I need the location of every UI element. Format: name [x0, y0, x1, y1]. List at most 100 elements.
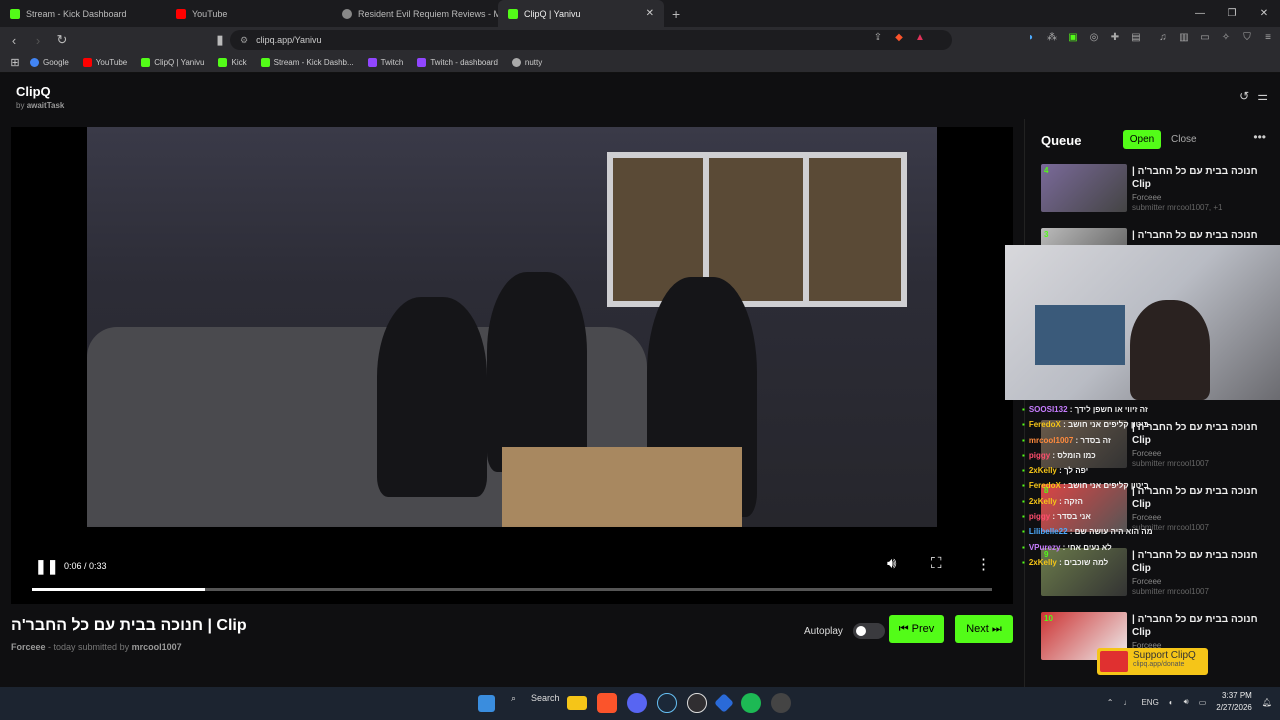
- bookmark-twitch[interactable]: Twitch: [367, 58, 403, 67]
- forward-button[interactable]: ›: [28, 33, 48, 48]
- webcam-cabinet-scene: [1035, 305, 1125, 365]
- chat-line: ▪ FeredoX : ביטון קליפים אני חושב: [1022, 420, 1149, 430]
- sidebar-icon[interactable]: ▥: [1178, 32, 1190, 44]
- tab-label: Stream - Kick Dashboard: [26, 8, 127, 19]
- menu-icon[interactable]: ≡: [1262, 32, 1274, 44]
- chat-message: יפה לך: [1063, 466, 1089, 476]
- bookmark-google[interactable]: Google: [30, 58, 69, 67]
- chat-message: כמו הומלס: [1057, 450, 1096, 460]
- history-icon[interactable]: ↺: [1239, 89, 1249, 103]
- new-tab-button[interactable]: +: [664, 0, 688, 27]
- tray-chevron-icon[interactable]: ⌃: [1107, 698, 1114, 707]
- support-label: Support ClipQ: [1133, 650, 1196, 661]
- nutty-icon: [511, 58, 521, 67]
- taskbar-apps: ⌕ Search: [478, 693, 791, 713]
- chat-line: ▪ 2xKelly : למה שוכבים: [1022, 557, 1109, 567]
- extension-icon[interactable]: ◗: [1025, 32, 1037, 44]
- microphone-icon[interactable]: ♩: [1123, 698, 1131, 707]
- extension-icon[interactable]: ▣: [1067, 32, 1079, 44]
- volume-icon[interactable]: 🔊︎: [1184, 697, 1189, 707]
- translate-icon[interactable]: ⁂: [1046, 32, 1058, 44]
- prev-button[interactable]: ⏮ Prev: [889, 615, 944, 643]
- fullscreen-icon[interactable]: ⛶: [931, 555, 942, 572]
- progress-bar[interactable]: [32, 588, 992, 591]
- clip-submitter[interactable]: mrcool1007: [132, 642, 182, 652]
- chat-user: Lilibelle22: [1028, 527, 1068, 537]
- browser-tab-metacritic[interactable]: Resident Evil Requiem Reviews - Met: [332, 0, 498, 27]
- minimize-button[interactable]: —: [1184, 0, 1216, 27]
- app-icon[interactable]: [714, 693, 734, 713]
- bookmark-twitch-dashboard[interactable]: Twitch - dashboard: [417, 58, 498, 67]
- chat-user: 2xKelly: [1028, 466, 1057, 476]
- chat-user: VPurezy: [1028, 542, 1061, 552]
- video-player[interactable]: ❚❚ 0:06 / 0:33 🔊︎ ⛶ ⋮: [11, 127, 1013, 604]
- discord-icon[interactable]: [627, 693, 647, 713]
- volume-icon[interactable]: 🔊︎: [887, 555, 896, 572]
- settings-sliders-icon[interactable]: ⚌: [1257, 89, 1268, 103]
- brave-shield-icon[interactable]: ◆: [893, 32, 905, 44]
- obs-icon[interactable]: [687, 693, 707, 713]
- clip-author[interactable]: Forceee: [11, 642, 46, 652]
- autoplay-toggle[interactable]: [852, 623, 885, 639]
- bookmark-kick[interactable]: Kick: [218, 58, 247, 67]
- chat-user: 2xKelly: [1028, 557, 1057, 567]
- taskbar-search[interactable]: ⌕ Search: [505, 693, 560, 713]
- queue-title: Queue: [1041, 133, 1082, 148]
- browser-tab-kick[interactable]: Stream - Kick Dashboard: [0, 0, 166, 27]
- network-icon[interactable]: ◐: [1169, 698, 1174, 707]
- site-info-icon[interactable]: ⚙: [240, 35, 248, 46]
- wallet-icon[interactable]: ▭: [1199, 32, 1211, 44]
- queue-more-icon[interactable]: •••: [1253, 130, 1266, 144]
- reload-button[interactable]: ↻: [52, 32, 72, 48]
- bookmark-icon[interactable]: ▮: [210, 32, 230, 48]
- app-icon[interactable]: [771, 693, 791, 713]
- brave-rewards-icon[interactable]: ▲: [914, 32, 926, 44]
- support-clipq-badge[interactable]: Support ClipQ clipq.app/donate: [1097, 648, 1208, 675]
- autoplay-control: Autoplay: [804, 623, 885, 639]
- puzzle-icon[interactable]: ✚: [1109, 32, 1121, 44]
- apps-grid-icon[interactable]: ⊞: [0, 56, 30, 69]
- notification-icon[interactable]: 🔔︎: [1262, 698, 1272, 707]
- extension-icon[interactable]: ◎: [1088, 32, 1100, 44]
- close-window-button[interactable]: ✕: [1248, 0, 1280, 27]
- queue-item-author: Forceee: [1132, 193, 1162, 202]
- webcam-person: [1130, 300, 1210, 400]
- music-icon[interactable]: ♫: [1157, 32, 1169, 44]
- browser-tab-clipq[interactable]: ClipQ | Yanivu ✕: [498, 0, 664, 27]
- share-icon[interactable]: ⇪: [872, 32, 884, 44]
- extensions-bar: ⇪ ◆ ▲ ◗ ⁂ ▣ ◎ ✚ ▤ ♫ ▥ ▭ ✧ ⛉ ≡: [872, 32, 1274, 44]
- browser-tab-youtube[interactable]: YouTube: [166, 0, 332, 27]
- steam-icon[interactable]: [657, 693, 677, 713]
- spotify-icon[interactable]: [741, 693, 761, 713]
- queue-close-button[interactable]: Close: [1171, 130, 1197, 149]
- chat-user: FeredoX: [1028, 481, 1061, 491]
- leo-icon[interactable]: ✧: [1220, 32, 1232, 44]
- url-field[interactable]: ⚙ clipq.app/Yanivu: [230, 30, 952, 50]
- brave-icon[interactable]: [597, 693, 617, 713]
- battery-icon[interactable]: ▭: [1199, 698, 1207, 707]
- kick-badge-icon: ▪: [1022, 450, 1025, 460]
- close-tab-icon[interactable]: ✕: [646, 8, 654, 19]
- next-button[interactable]: Next ⏭: [955, 615, 1013, 643]
- kick-badge-icon: ▪: [1022, 557, 1025, 567]
- bookmark-clipq[interactable]: ClipQ | Yanivu: [141, 58, 204, 67]
- vpn-icon[interactable]: ⛉: [1241, 32, 1253, 44]
- extension-icon[interactable]: ▤: [1130, 32, 1142, 44]
- queue-item[interactable]: 4 חנוכה בבית עם כל החבר'ה | Clip Forceee…: [1041, 164, 1273, 214]
- bookmark-kick-dashboard[interactable]: Stream - Kick Dashb...: [260, 58, 354, 67]
- language-indicator[interactable]: ENG: [1141, 698, 1158, 707]
- pause-button[interactable]: ❚❚: [35, 558, 58, 575]
- maximize-button[interactable]: ❐: [1216, 0, 1248, 27]
- clock[interactable]: 3:37 PM 2/27/2026: [1216, 690, 1252, 714]
- start-icon[interactable]: [478, 694, 495, 712]
- twitch-icon: [417, 58, 427, 67]
- bookmark-youtube[interactable]: YouTube: [82, 58, 127, 67]
- bookmark-nutty[interactable]: nutty: [511, 58, 542, 67]
- file-explorer-icon[interactable]: [567, 696, 587, 710]
- chat-message: ביטון קליפים אני חושב: [1067, 481, 1149, 491]
- more-options-icon[interactable]: ⋮: [976, 555, 991, 573]
- browser-tab-bar: Stream - Kick Dashboard YouTube Resident…: [0, 0, 1280, 27]
- queue-open-button[interactable]: Open: [1123, 130, 1161, 149]
- back-button[interactable]: ‹: [4, 33, 24, 48]
- queue-number: 3: [1044, 230, 1049, 239]
